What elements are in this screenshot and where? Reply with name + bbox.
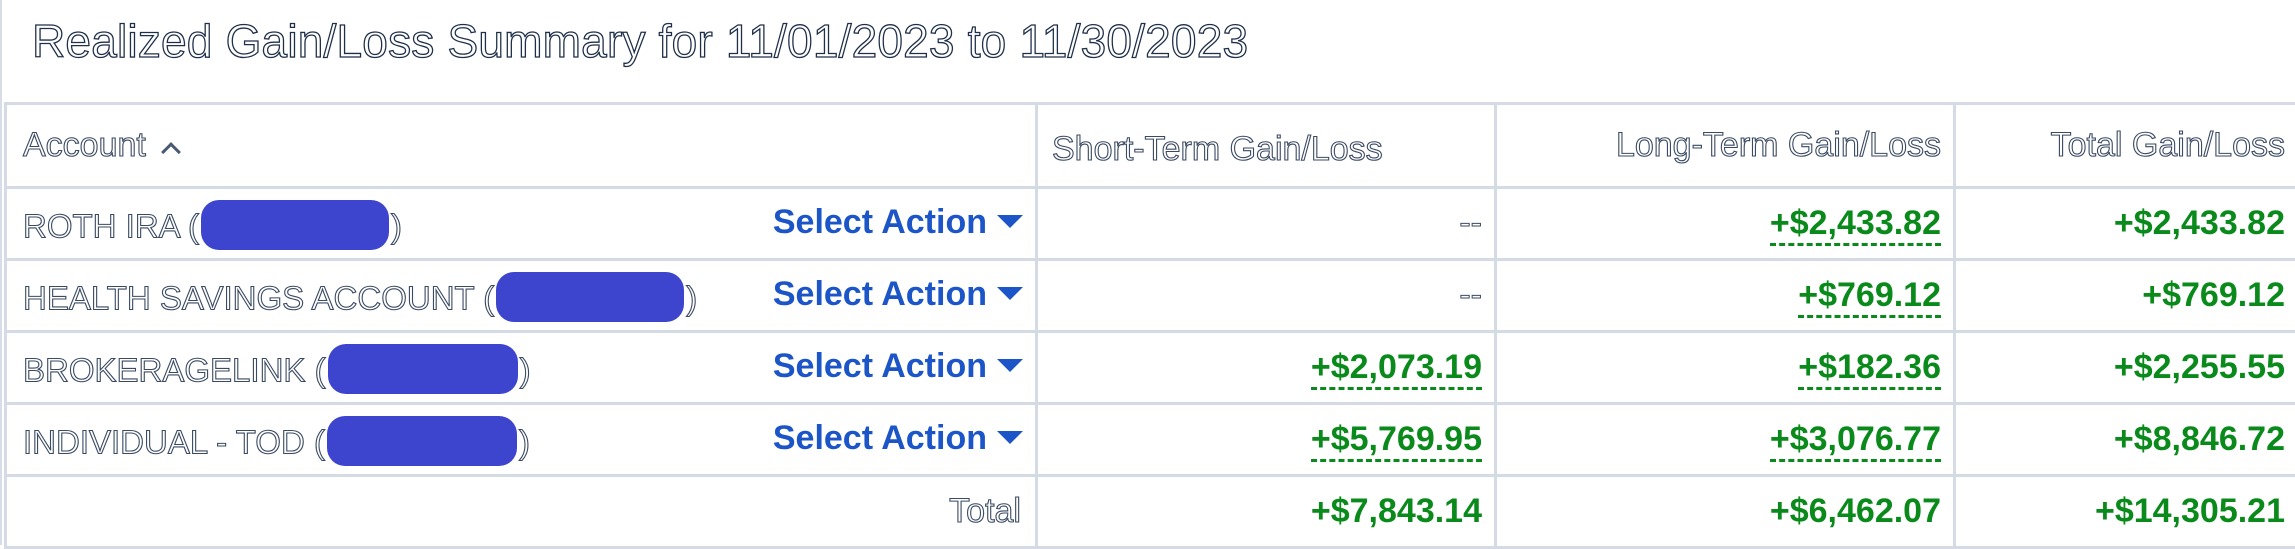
- redacted-account-number: [327, 416, 517, 466]
- total-label: Total: [6, 476, 1037, 548]
- short-term-cell: --: [1037, 188, 1496, 260]
- account-label: ROTH IRA (: [23, 208, 199, 245]
- long-term-link[interactable]: +$3,076.77: [1770, 420, 1941, 462]
- select-action-button[interactable]: Select Action: [773, 419, 1023, 458]
- account-close-paren: ): [520, 352, 531, 389]
- table-row: BROKERAGELINK () Select Action +$2,073.1…: [6, 332, 2295, 404]
- select-action-button[interactable]: Select Action: [773, 203, 1023, 242]
- column-header-long-term[interactable]: Long-Term Gain/Loss: [1496, 104, 1955, 188]
- short-term-value: --: [1459, 204, 1482, 242]
- redacted-account-number: [328, 344, 518, 394]
- long-term-link[interactable]: +$769.12: [1798, 276, 1941, 318]
- total-value: +$8,846.72: [2114, 420, 2285, 458]
- table-header-row: Account Short-Term Gain/Loss Long-Term G…: [6, 104, 2295, 188]
- total-cell: +$8,846.72: [1955, 404, 2295, 476]
- total-cell: +$2,433.82: [1955, 188, 2295, 260]
- long-term-cell: +$2,433.82: [1496, 188, 1955, 260]
- short-term-link[interactable]: +$5,769.95: [1311, 420, 1482, 462]
- caret-down-icon: [997, 215, 1023, 228]
- table-row: INDIVIDUAL - TOD () Select Action +$5,76…: [6, 404, 2295, 476]
- short-term-value: --: [1459, 276, 1482, 314]
- chevron-up-icon[interactable]: [161, 142, 181, 162]
- account-close-paren: ): [686, 280, 697, 317]
- account-label: BROKERAGELINK (: [23, 352, 326, 389]
- total-cell: +$769.12: [1955, 260, 2295, 332]
- gain-loss-summary-panel: Realized Gain/Loss Summary for 11/01/202…: [0, 0, 2295, 545]
- caret-down-icon: [997, 431, 1023, 444]
- redacted-account-number: [201, 200, 389, 250]
- select-action-label: Select Action: [773, 203, 987, 241]
- column-header-short-term[interactable]: Short-Term Gain/Loss: [1037, 104, 1496, 188]
- select-action-label: Select Action: [773, 275, 987, 313]
- total-value: +$769.12: [2142, 276, 2285, 314]
- account-cell: ROTH IRA () Select Action: [6, 188, 1037, 260]
- account-name: INDIVIDUAL - TOD (): [23, 420, 530, 470]
- account-label: HEALTH SAVINGS ACCOUNT (: [23, 280, 494, 317]
- long-term-cell: +$3,076.77: [1496, 404, 1955, 476]
- total-value: +$2,433.82: [2114, 204, 2285, 242]
- long-term-link[interactable]: +$182.36: [1798, 348, 1941, 390]
- account-name: BROKERAGELINK (): [23, 348, 531, 398]
- account-close-paren: ): [391, 208, 402, 245]
- account-name: HEALTH SAVINGS ACCOUNT (): [23, 276, 697, 326]
- short-term-cell: --: [1037, 260, 1496, 332]
- total-cell: +$2,255.55: [1955, 332, 2295, 404]
- account-close-paren: ): [519, 424, 530, 461]
- caret-down-icon: [997, 287, 1023, 300]
- account-cell: HEALTH SAVINGS ACCOUNT () Select Action: [6, 260, 1037, 332]
- long-term-cell: +$182.36: [1496, 332, 1955, 404]
- long-term-link[interactable]: +$2,433.82: [1770, 204, 1941, 246]
- gain-loss-table: Account Short-Term Gain/Loss Long-Term G…: [4, 102, 2295, 549]
- column-header-account[interactable]: Account: [6, 104, 1037, 188]
- account-name: ROTH IRA (): [23, 204, 402, 254]
- column-header-total[interactable]: Total Gain/Loss: [1955, 104, 2295, 188]
- table-row: ROTH IRA () Select Action -- +$2,433.82 …: [6, 188, 2295, 260]
- total-short-term: +$7,843.14: [1037, 476, 1496, 548]
- select-action-button[interactable]: Select Action: [773, 275, 1023, 314]
- select-action-label: Select Action: [773, 347, 987, 385]
- total-overall: +$14,305.21: [1955, 476, 2295, 548]
- short-term-link[interactable]: +$2,073.19: [1311, 348, 1482, 390]
- select-action-label: Select Action: [773, 419, 987, 457]
- short-term-cell: +$2,073.19: [1037, 332, 1496, 404]
- table-row: HEALTH SAVINGS ACCOUNT () Select Action …: [6, 260, 2295, 332]
- page-title: Realized Gain/Loss Summary for 11/01/202…: [32, 14, 1248, 68]
- redacted-account-number: [496, 272, 684, 322]
- column-header-account-label: Account: [23, 126, 146, 164]
- total-value: +$2,255.55: [2114, 348, 2285, 386]
- totals-row: Total +$7,843.14 +$6,462.07 +$14,305.21: [6, 476, 2295, 548]
- long-term-cell: +$769.12: [1496, 260, 1955, 332]
- caret-down-icon: [997, 359, 1023, 372]
- short-term-cell: +$5,769.95: [1037, 404, 1496, 476]
- account-label: INDIVIDUAL - TOD (: [23, 424, 325, 461]
- account-cell: BROKERAGELINK () Select Action: [6, 332, 1037, 404]
- account-cell: INDIVIDUAL - TOD () Select Action: [6, 404, 1037, 476]
- total-long-term: +$6,462.07: [1496, 476, 1955, 548]
- select-action-button[interactable]: Select Action: [773, 347, 1023, 386]
